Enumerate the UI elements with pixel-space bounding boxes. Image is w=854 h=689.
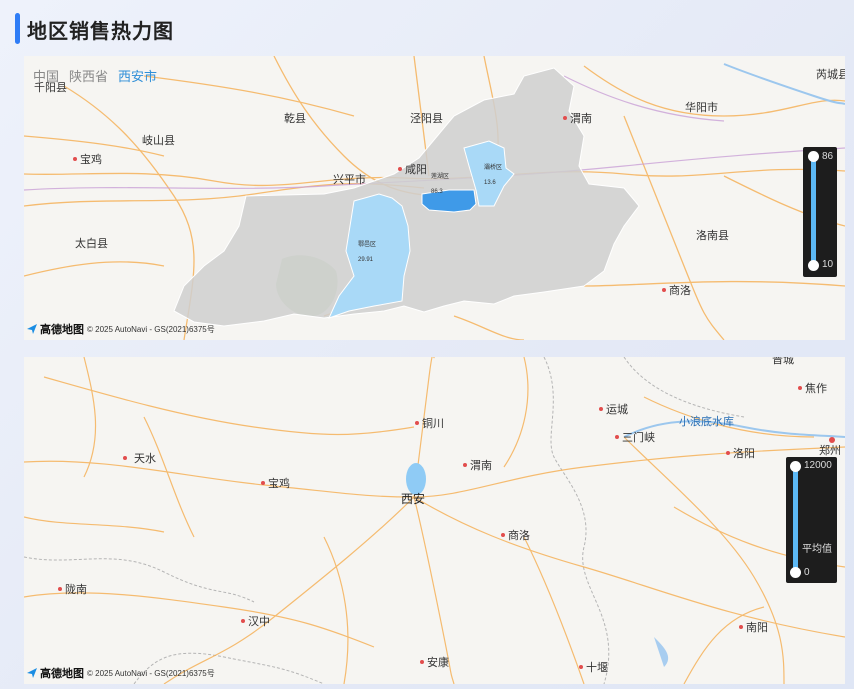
legend-max-handle[interactable] [808,151,819,162]
city-label-weinan: 渭南 [570,112,592,125]
district-label-huyi: 鄠邑区 [358,240,376,248]
reservoir [654,637,669,667]
visual-map-legend[interactable]: 86 10 [803,147,837,277]
navigation-arrow-icon [27,324,37,334]
district-map[interactable]: 鄠邑区 29.91 莲湖区 86.3 灞桥区 13.6 宝鸡 岐山县 乾县 泾阳… [24,56,845,340]
map-provider-logo: 高德地图 [40,324,84,336]
city-label-weinan: 渭南 [470,459,492,472]
map-attribution-2: 高德地图 © 2025 AutoNavi - GS(2021)6375号 [26,665,215,681]
breadcrumb-shaanxi[interactable]: 陕西省 [69,66,108,85]
city-label-zhengzhou: 郑州 [819,443,841,457]
city-label-jiaozuo: 焦作 [805,382,827,395]
legend-max-label-2: 12000 [804,460,832,471]
city-label-taibai: 太白县 [75,236,108,250]
city-label-xianyang: 咸阳 [405,163,427,176]
visual-map-legend-2[interactable]: 12000 0 平均值 [786,457,837,583]
legend-min-handle[interactable] [808,260,819,271]
region-xian-heat[interactable] [406,463,426,495]
region-gray-outline[interactable] [173,67,640,327]
navigation-arrow-icon [27,668,37,678]
city-label-shiyan: 十堰 [586,660,608,674]
city-label-ankang: 安康 [427,655,449,669]
city-label-sanmenxia: 三门峡 [622,430,655,444]
legend-series-label: 平均值 [802,544,832,555]
province-boundaries [24,357,745,684]
city-label-jingyang: 泾阳县 [410,112,443,125]
road-network-2 [24,357,845,684]
legend-gradient-bar-2[interactable] [793,465,798,573]
city-label-luoyang: 洛阳 [733,446,755,460]
city-label-xingping: 兴平市 [333,172,366,186]
district-value-lianhu: 86.3 [431,189,443,195]
city-label-qianxian: 乾县 [284,112,306,125]
district-label-baqiao: 灞桥区 [484,163,502,171]
page-title: 地区销售热力图 [27,21,174,43]
district-label-lianhu: 莲湖区 [431,172,449,180]
legend-max-label: 86 [822,151,834,162]
city-label-qishan: 岐山县 [142,134,175,147]
city-label-jincheng: 晋城 [772,357,794,366]
city-label-tongchuan: 铜川 [422,416,444,430]
city-label-ruicheng: 芮城县 [816,67,845,81]
city-label-xian: 西安 [401,491,425,506]
legend-max-handle-2[interactable] [790,461,801,472]
breadcrumb: 中国 陕西省 西安市 [33,66,157,85]
lake-label-xiaolangdi: 小浪底水库 [679,414,734,428]
copyright-text-2: © 2025 AutoNavi - GS(2021)6375号 [87,668,215,678]
city-label-luonan: 洛南县 [696,228,729,242]
map-provider-logo-2: 高德地图 [40,668,84,680]
city-label-baoji: 宝鸡 [268,476,290,490]
district-value-huyi: 29.91 [358,257,374,263]
region-map[interactable]: 铜川 运城 三门峡 小浪底水库 焦作 郑州 洛阳 天水 宝鸡 渭南 西安 商洛 … [24,357,845,684]
copyright-text: © 2025 AutoNavi - GS(2021)6375号 [87,324,215,334]
city-label-huayin: 华阳市 [685,100,718,114]
map2-city-labels: 铜川 运城 三门峡 小浪底水库 焦作 郑州 洛阳 天水 宝鸡 渭南 西安 商洛 … [58,357,841,674]
legend-min-handle-2[interactable] [790,567,801,578]
breadcrumb-china[interactable]: 中国 [33,66,59,85]
city-label-hanzhong: 汉中 [248,615,270,628]
city-label-shangluo: 商洛 [669,283,691,297]
yellow-river [623,420,845,438]
region-heatmap-panel[interactable]: 铜川 运城 三门峡 小浪底水库 焦作 郑州 洛阳 天水 宝鸡 渭南 西安 商洛 … [24,357,845,684]
city-label-longnan: 陇南 [65,582,87,596]
breadcrumb-xian[interactable]: 西安市 [118,66,157,85]
legend-min-label: 10 [822,259,834,270]
district-value-baqiao: 13.6 [484,180,496,186]
page-header: 地区销售热力图 [0,0,854,56]
city-label-shangluo: 商洛 [508,528,530,542]
city-label-yuncheng: 运城 [606,403,628,416]
city-label-nanyang: 南阳 [746,621,768,634]
legend-min-label-2: 0 [804,567,810,578]
title-accent-bar [15,13,20,44]
map-attribution: 高德地图 © 2025 AutoNavi - GS(2021)6375号 [26,321,215,337]
district-heatmap-panel[interactable]: 鄠邑区 29.91 莲湖区 86.3 灞桥区 13.6 宝鸡 岐山县 乾县 泾阳… [24,56,845,340]
legend-gradient-bar[interactable] [811,155,816,265]
city-label-tianshui: 天水 [134,452,156,465]
city-label-baoji: 宝鸡 [80,152,102,166]
